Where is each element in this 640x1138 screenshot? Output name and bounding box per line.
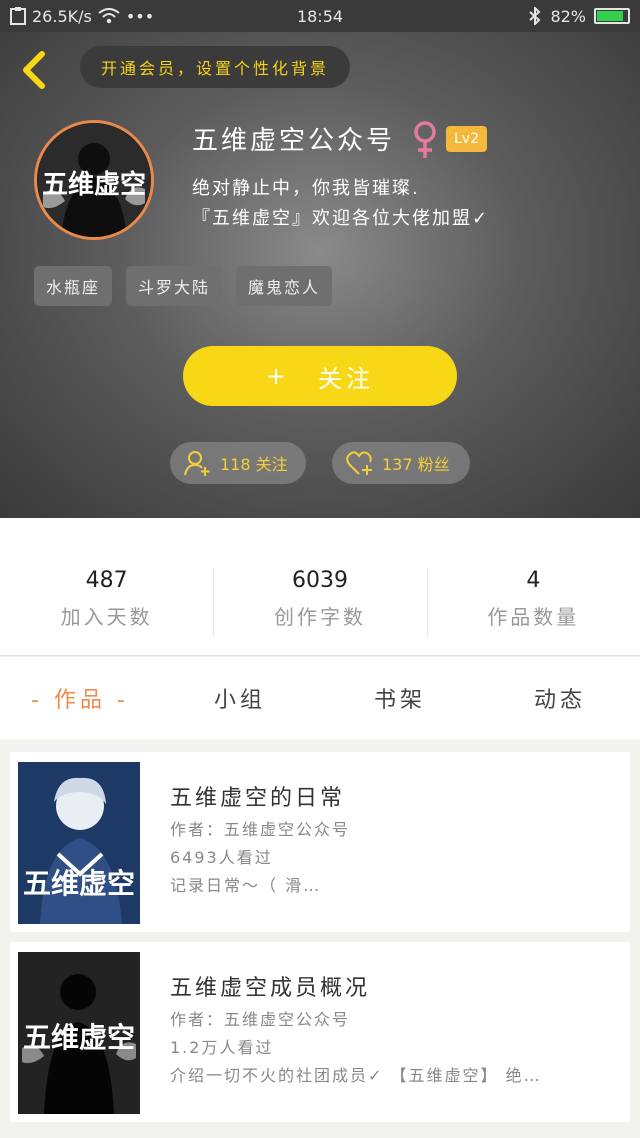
list-item[interactable]: 五维虚空 五维虚空的日常 作者：五维虚空公众号 6493人看过 记录日常～（ 滑… [10,752,630,932]
username: 五维虚空公众号 [192,126,396,156]
tab-activity[interactable]: 动态 [480,682,640,714]
battery-icon [594,8,630,24]
fans-count-button[interactable]: 137 粉丝 [332,442,470,484]
follow-label: 关注 [318,364,375,393]
vip-banner[interactable]: 开通会员，设置个性化背景 [80,46,350,88]
plus-icon: + [265,362,291,390]
stat-value: 487 [85,567,128,593]
stat-value: 4 [526,567,541,593]
stat-works-count: 4 作品数量 [426,518,640,655]
book-description: 记录日常～（ 滑… [170,876,322,895]
battery-percent: 82% [550,6,586,26]
tag-douluo[interactable]: 斗罗大陆 [126,266,223,306]
tab-works[interactable]: - 作品 - [0,682,160,714]
book-title: 五维虚空成员概况 [170,976,371,1001]
stat-label: 创作字数 [273,604,366,629]
book-views: 1.2万人看过 [170,1038,274,1057]
avatar-text: 五维虚空 [41,170,146,200]
stat-days-joined: 487 加入天数 [0,518,213,655]
female-icon [414,121,436,158]
level-badge: Lv2 [446,126,487,152]
avatar[interactable]: 五维虚空 [34,120,154,240]
tab-bookshelf[interactable]: 书架 [320,682,480,714]
status-bar: 26.5K/s ••• 18:54 82% [0,0,640,32]
wifi-icon [98,8,120,24]
book-cover: 五维虚空 [18,762,140,924]
back-button[interactable] [18,50,52,90]
stats-bar: 487 加入天数 6039 创作字数 4 作品数量 [0,518,640,656]
more-indicator: ••• [125,6,155,26]
following-count: 118 关注 [220,455,288,474]
stat-label: 作品数量 [487,604,580,629]
book-list: 五维虚空 五维虚空的日常 作者：五维虚空公众号 6493人看过 记录日常～（ 滑… [10,752,630,1132]
cover-title: 五维虚空 [22,1021,135,1054]
follow-button[interactable]: + 关注 [183,346,457,406]
profile-tabs: - 作品 - 小组 书架 动态 [0,657,640,739]
fans-count: 137 粉丝 [382,455,450,474]
chevron-left-icon [23,51,45,89]
book-author: 作者：五维虚空公众号 [170,1010,351,1029]
list-item[interactable]: 五维虚空 五维虚空成员概况 作者：五维虚空公众号 1.2万人看过 介绍一切不火的… [10,942,630,1122]
book-views: 6493人看过 [170,848,273,867]
bluetooth-icon [529,7,541,25]
book-description: 介绍一切不火的社团成员✓ 【五维虚空】 绝… [170,1066,542,1085]
cover-title: 五维虚空 [22,867,135,900]
bio-line-2: 『五维虚空』欢迎各位大佬加盟✓ [192,208,490,229]
clock: 18:54 [296,6,344,26]
stat-words-written: 6039 创作字数 [213,518,426,655]
profile-header: 开通会员，设置个性化背景 五维虚空 五维虚空公众号 Lv2 绝对静止中，你我皆璀… [0,32,640,518]
heart-plus-icon [346,451,372,475]
book-title: 五维虚空的日常 [170,786,346,811]
tag-list: 水瓶座 斗罗大陆 魔鬼恋人 [34,266,333,306]
book-cover: 五维虚空 [18,952,140,1114]
tab-groups[interactable]: 小组 [160,682,320,714]
tag-diabolik[interactable]: 魔鬼恋人 [236,266,333,306]
bio-line-1: 绝对静止中，你我皆璀璨. [192,178,420,199]
stat-label: 加入天数 [60,604,153,629]
tag-aquarius[interactable]: 水瓶座 [34,266,113,306]
add-user-icon [184,451,210,476]
clipboard-icon [10,7,26,25]
following-count-button[interactable]: 118 关注 [170,442,306,484]
net-speed: 26.5K/s [32,6,92,26]
bio: 绝对静止中，你我皆璀璨. 『五维虚空』欢迎各位大佬加盟✓ [192,174,489,234]
book-author: 作者：五维虚空公众号 [170,820,351,839]
stat-value: 6039 [291,567,348,593]
